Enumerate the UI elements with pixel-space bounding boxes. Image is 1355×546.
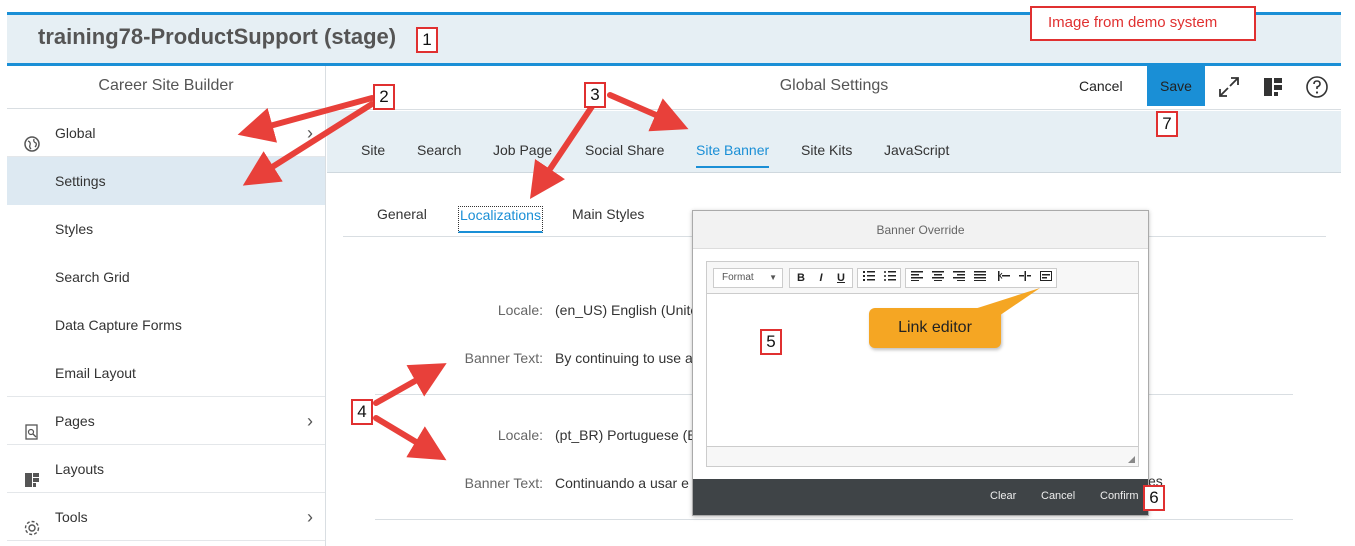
chevron-right-icon: ›	[307, 507, 313, 527]
banner-text-label: Banner Text:	[464, 475, 543, 491]
sidebar-item-label: Email Layout	[55, 365, 136, 381]
cancel-button[interactable]: Cancel	[1041, 490, 1075, 502]
bulleted-list-icon[interactable]	[880, 269, 900, 287]
callout-number: 5	[760, 329, 782, 355]
chevron-right-icon: ›	[307, 411, 313, 431]
underline-icon[interactable]: U	[831, 269, 851, 287]
tab-site[interactable]: Site	[361, 142, 385, 158]
indent-icon[interactable]	[1015, 269, 1035, 287]
save-button[interactable]: Save	[1147, 66, 1205, 106]
locale-value: (pt_BR) Portuguese (B	[555, 427, 697, 443]
layout-icon[interactable]	[1261, 75, 1285, 99]
rich-text-editor[interactable]: Format ▼ B I U	[706, 261, 1139, 467]
sidebar-item-global[interactable]: Global ›	[7, 109, 325, 157]
dialog-title: Banner Override	[693, 211, 1148, 249]
sidebar-item-label: Layouts	[55, 461, 105, 477]
alignment-group	[905, 268, 1057, 288]
sidebar-item-search-grid[interactable]: Search Grid	[7, 253, 325, 301]
align-center-icon[interactable]	[928, 269, 948, 287]
editor-status-bar	[707, 446, 1138, 466]
screen: training78-ProductSupport (stage) Image …	[0, 0, 1355, 546]
dialog-footer: Clear Cancel Confirm	[693, 479, 1148, 515]
locale-label: Locale:	[497, 302, 543, 318]
demo-note-box: Image from demo system	[1030, 6, 1256, 41]
align-right-icon[interactable]	[949, 269, 969, 287]
sidebar-item-styles[interactable]: Styles	[7, 205, 325, 253]
confirm-button[interactable]: Confirm	[1100, 490, 1139, 502]
tab-javascript[interactable]: JavaScript	[884, 142, 949, 158]
sidebar-item-pages[interactable]: Pages ›	[7, 397, 325, 445]
resize-handle-icon[interactable]	[1128, 456, 1135, 463]
sidebar-item-label: Global	[55, 125, 96, 141]
sidebar-item-label: Pages	[55, 413, 95, 429]
banner-text-value[interactable]: By continuing to use a	[555, 350, 693, 366]
tab-job-page[interactable]: Job Page	[493, 142, 552, 158]
sidebar-item-label: Tools	[55, 509, 88, 525]
subtab-localizations[interactable]: Localizations	[458, 206, 543, 233]
outdent-icon[interactable]	[994, 269, 1014, 287]
arrow-to-banner-text-1	[373, 363, 447, 406]
sidebar-item-label: Data Capture Forms	[55, 317, 182, 333]
callout-number: 6	[1143, 485, 1165, 511]
sidebar-item-label: Styles	[55, 221, 94, 237]
help-icon[interactable]	[1305, 75, 1329, 99]
link-editor-tooltip: Link editor	[869, 308, 1001, 348]
subtab-general[interactable]: General	[377, 206, 427, 222]
sidebar-item-settings[interactable]: Settings	[7, 157, 325, 205]
banner-text-value[interactable]: Continuando a usar e	[555, 475, 689, 491]
link-editor-icon[interactable]	[1036, 269, 1056, 287]
app-title: training78-ProductSupport (stage)	[38, 24, 397, 49]
sidebar-item-layouts[interactable]: Layouts	[7, 445, 325, 493]
format-select[interactable]: Format ▼	[713, 268, 783, 288]
locale-label: Locale:	[497, 427, 543, 443]
locale-value: (en_US) English (Unite	[555, 302, 699, 318]
layout-icon	[23, 460, 41, 487]
divider	[375, 519, 1293, 520]
sidebar: Career Site Builder Global › Settings St…	[7, 66, 326, 546]
sidebar-item-data-capture-forms[interactable]: Data Capture Forms	[7, 301, 325, 349]
text-style-group: B I U	[789, 268, 853, 288]
tab-search[interactable]: Search	[417, 142, 461, 158]
banner-text-label: Banner Text:	[464, 350, 543, 366]
callout-number: 4	[351, 399, 373, 425]
editor-toolbar: Format ▼ B I U	[707, 262, 1138, 294]
cancel-button[interactable]: Cancel	[1079, 78, 1123, 94]
list-group	[857, 268, 901, 288]
banner-override-dialog: Banner Override Format ▼ B I U Clear Can…	[692, 210, 1149, 516]
numbered-list-icon[interactable]	[859, 269, 879, 287]
callout-number: 3	[584, 82, 606, 108]
sidebar-title: Career Site Builder	[7, 66, 325, 109]
callout-number: 1	[416, 27, 438, 53]
globe-icon	[23, 124, 41, 152]
expand-icon[interactable]	[1217, 75, 1241, 99]
sidebar-item-label: Settings	[55, 173, 106, 189]
tab-social-share[interactable]: Social Share	[585, 142, 664, 158]
callout-number: 2	[373, 84, 395, 110]
callout-number: 7	[1156, 111, 1178, 137]
tab-bar: Site Search Job Page Social Share Site B…	[327, 111, 1341, 173]
sidebar-item-email-layout[interactable]: Email Layout	[7, 349, 325, 397]
tab-site-kits[interactable]: Site Kits	[801, 142, 852, 158]
italic-icon[interactable]: I	[811, 269, 831, 287]
bold-icon[interactable]: B	[791, 269, 811, 287]
tab-site-banner[interactable]: Site Banner	[696, 142, 770, 168]
sidebar-item-tools[interactable]: Tools ›	[7, 493, 325, 541]
sidebar-item-label: Search Grid	[55, 269, 130, 285]
gear-icon	[23, 508, 41, 536]
clear-button[interactable]: Clear	[990, 490, 1016, 502]
main-header: Global Settings Cancel Save	[327, 66, 1341, 110]
subtab-main-styles[interactable]: Main Styles	[572, 206, 644, 222]
chevron-right-icon: ›	[307, 123, 313, 143]
align-left-icon[interactable]	[907, 269, 927, 287]
pages-search-icon	[23, 412, 41, 440]
align-justify-icon[interactable]	[970, 269, 990, 287]
format-select-label: Format	[722, 272, 754, 283]
dropdown-arrow-icon: ▼	[769, 273, 777, 282]
